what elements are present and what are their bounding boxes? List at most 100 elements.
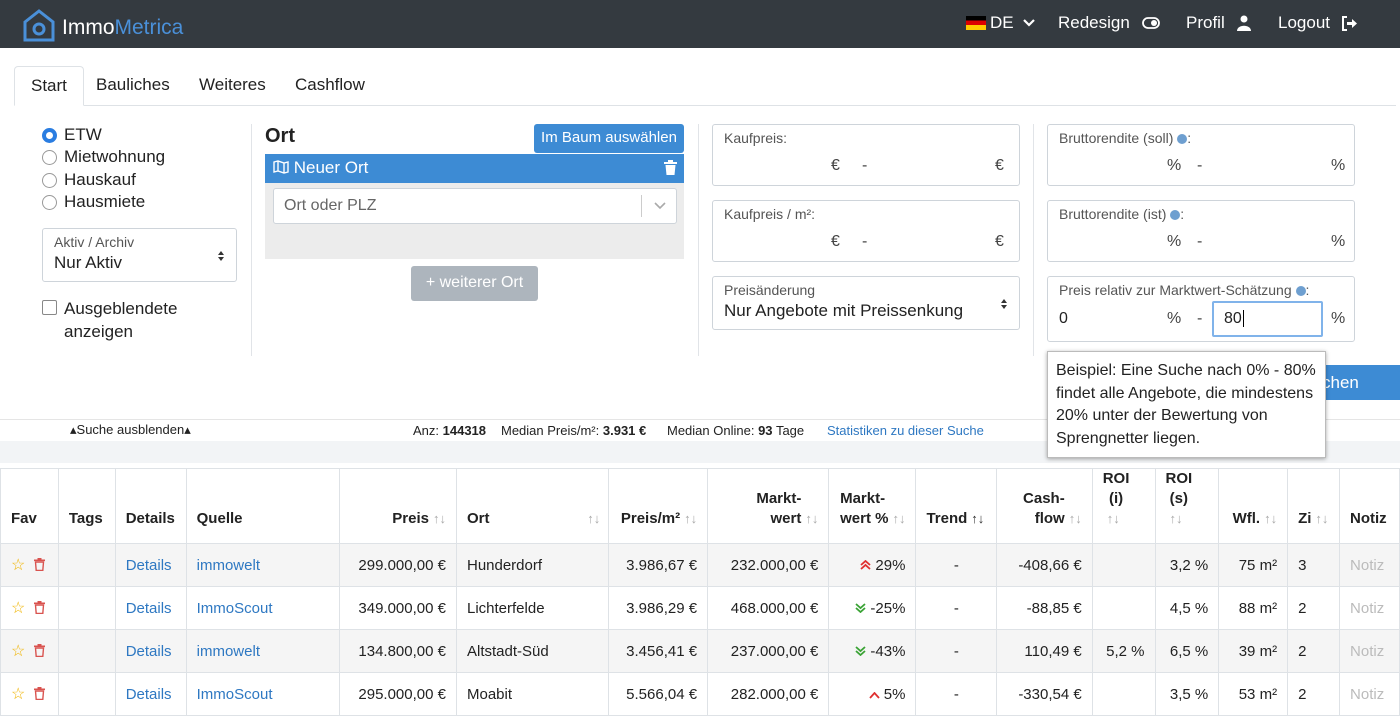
col-quelle: Quelle	[185, 468, 341, 544]
roi-s-cell: 4,5 %	[1154, 586, 1220, 630]
percent-label: %	[1331, 157, 1346, 174]
percent-label: %	[1167, 233, 1182, 250]
location-input[interactable]: Ort oder PLZ	[273, 188, 677, 224]
kaufpreis-qm-to-input[interactable]	[878, 229, 988, 253]
col-ort[interactable]: Ort ↑↓	[455, 468, 610, 544]
tab-start[interactable]: Start	[14, 66, 84, 106]
note-input[interactable]: Notiz	[1339, 629, 1400, 673]
col-trend[interactable]: Trend ↑↓	[915, 468, 998, 544]
roi-i-cell	[1091, 672, 1156, 716]
kaufpreis-from-input[interactable]	[723, 153, 831, 177]
col-preis-qm[interactable]: Preis/m² ↑↓	[608, 468, 709, 544]
col-preis[interactable]: Preis ↑↓	[339, 468, 457, 544]
bruttorendite-ist-to-input[interactable]	[1213, 229, 1323, 253]
info-tooltip: Beispiel: Eine Suche nach 0% - 80% finde…	[1047, 351, 1326, 458]
source-link[interactable]: ImmoScout	[185, 586, 341, 630]
trash-icon[interactable]	[33, 687, 45, 701]
details-link[interactable]: Details	[114, 629, 187, 673]
stat-median-online: Median Online: 93 Tage	[667, 423, 805, 438]
zi-cell: 3	[1287, 543, 1341, 587]
note-input[interactable]: Notiz	[1339, 543, 1400, 587]
table-row[interactable]: ☆ Details immowelt 299.000,00 € Hunderdo…	[0, 543, 1400, 587]
checkbox-icon[interactable]	[42, 300, 57, 315]
col-zi[interactable]: Zi ↑↓	[1287, 468, 1341, 544]
table-body: ☆ Details immowelt 299.000,00 € Hunderdo…	[0, 543, 1400, 716]
tab-weiteres[interactable]: Weiteres	[183, 66, 282, 106]
language-dropdown[interactable]: DE	[966, 13, 1036, 33]
star-icon[interactable]: ☆	[11, 686, 25, 703]
status-select[interactable]: Aktiv / Archiv Nur Aktiv	[42, 228, 237, 282]
fav-cell: ☆	[0, 672, 59, 716]
tree-select-button[interactable]: Im Baum auswählen	[534, 124, 684, 153]
source-link[interactable]: immowelt	[185, 543, 341, 587]
trash-icon[interactable]	[33, 558, 45, 572]
tags-cell	[57, 586, 116, 630]
preisaenderung-select[interactable]: Preisänderung Nur Angebote mit Preissenk…	[712, 276, 1020, 330]
col-wfl[interactable]: Wfl. ↑↓	[1218, 468, 1289, 544]
details-link[interactable]: Details	[114, 672, 187, 716]
logout-link[interactable]: Logout	[1278, 13, 1358, 33]
info-icon[interactable]	[1177, 134, 1188, 144]
hide-search-link[interactable]: ▴Suche ausblenden▴	[70, 422, 191, 438]
note-input[interactable]: Notiz	[1339, 586, 1400, 630]
table-row[interactable]: ☆ Details ImmoScout 295.000,00 € Moabit …	[0, 672, 1400, 716]
sort-icon: ↑↓	[432, 511, 446, 526]
note-input[interactable]: Notiz	[1339, 672, 1400, 716]
percent-label: %	[1331, 233, 1346, 250]
details-link[interactable]: Details	[114, 543, 187, 587]
double-down-arrow-icon	[855, 645, 867, 656]
trash-icon[interactable]	[664, 160, 677, 175]
preis-relativ-from-input[interactable]: 0	[1059, 310, 1068, 328]
radio-etw[interactable]: ETW	[42, 125, 102, 145]
table-row[interactable]: ☆ Details ImmoScout 349.000,00 € Lichter…	[0, 586, 1400, 630]
bruttorendite-soll-from-input[interactable]	[1058, 153, 1166, 177]
bruttorendite-soll-range: Bruttorendite (soll) : % - %	[1047, 124, 1355, 186]
logo[interactable]: Immo Metrica	[22, 8, 183, 42]
chevron-down-icon[interactable]	[654, 202, 666, 210]
bruttorendite-ist-from-input[interactable]	[1058, 229, 1166, 253]
trash-icon[interactable]	[33, 601, 45, 615]
info-icon[interactable]	[1170, 210, 1181, 220]
roi-s-cell: 6,5 %	[1154, 629, 1220, 673]
trend-arrow-icon	[855, 602, 867, 613]
currency-label: €	[995, 233, 1004, 250]
radio-hauskauf[interactable]: Hauskauf	[42, 170, 136, 190]
cashflow-cell: -330,54 €	[996, 672, 1093, 716]
new-location-label: Neuer Ort	[293, 158, 369, 177]
details-link[interactable]: Details	[114, 586, 187, 630]
tab-bauliches[interactable]: Bauliches	[80, 66, 186, 106]
logout-label: Logout	[1278, 13, 1330, 32]
bruttorendite-soll-to-input[interactable]	[1213, 153, 1323, 177]
radio-hausmiete[interactable]: Hausmiete	[42, 192, 145, 212]
radio-mietwohnung[interactable]: Mietwohnung	[42, 147, 165, 167]
tab-cashflow[interactable]: Cashflow	[279, 66, 381, 106]
col-marktwert[interactable]: Markt- wert ↑↓	[707, 468, 830, 544]
zi-cell: 2	[1287, 629, 1341, 673]
preis-relativ-to-input[interactable]: 80​	[1212, 301, 1323, 337]
trash-icon[interactable]	[33, 644, 45, 658]
kaufpreis-qm-from-input[interactable]	[723, 229, 831, 253]
kaufpreis-to-input[interactable]	[878, 153, 988, 177]
sort-icon: ↑↓	[587, 511, 601, 526]
col-roi-i[interactable]: ROI (i)↑↓	[1091, 468, 1156, 544]
col-marktwert-pct[interactable]: Markt- wert % ↑↓	[828, 468, 917, 544]
source-link[interactable]: ImmoScout	[185, 672, 341, 716]
info-icon[interactable]	[1295, 286, 1306, 296]
bruttorendite-ist-label: Bruttorendite (ist) :	[1059, 206, 1185, 222]
logo-text-immo: Immo	[62, 16, 115, 39]
redesign-toggle[interactable]: Redesign	[1058, 13, 1160, 33]
radio-unchecked-icon	[42, 194, 57, 210]
table-row[interactable]: ☆ Details immowelt 134.800,00 € Altstadt…	[0, 629, 1400, 673]
col-cashflow[interactable]: Cash- flow ↑↓	[996, 468, 1093, 544]
star-icon[interactable]: ☆	[11, 643, 25, 660]
source-link[interactable]: immowelt	[185, 629, 341, 673]
col-roi-s[interactable]: ROI (s)↑↓	[1154, 468, 1220, 544]
hidden-checkbox-row[interactable]: Ausgeblendete anzeigen	[42, 298, 242, 343]
star-icon[interactable]: ☆	[11, 557, 25, 574]
statistics-link[interactable]: Statistiken zu dieser Suche	[827, 423, 984, 438]
profile-link[interactable]: Profil	[1186, 13, 1251, 33]
star-icon[interactable]: ☆	[11, 600, 25, 617]
range-separator: -	[1197, 310, 1203, 327]
add-location-button[interactable]: + weiterer Ort	[411, 266, 538, 301]
price-cell: 295.000,00 €	[339, 672, 457, 716]
